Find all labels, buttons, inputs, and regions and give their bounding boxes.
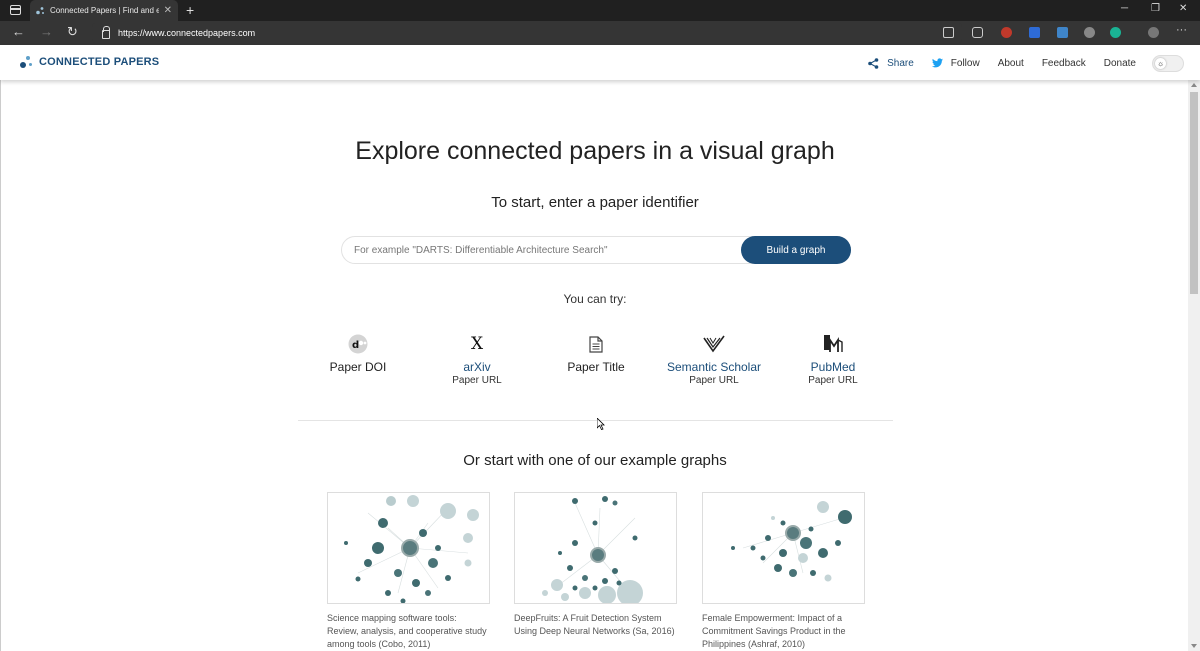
browser-tabstrip: Connected Papers | Find and exp ✕ + ─ ❐ …: [0, 0, 1200, 21]
paper-search-input[interactable]: [354, 237, 734, 263]
close-tab-icon[interactable]: ✕: [164, 5, 172, 16]
donate-link[interactable]: Donate: [1104, 58, 1136, 69]
arxiv-icon: X: [470, 334, 484, 354]
option-pubmed: PubMed Paper URL: [773, 334, 893, 386]
follow-link[interactable]: Follow: [931, 58, 980, 69]
doi-icon: d: [298, 334, 418, 354]
page-subtitle: To start, enter a paper identifier: [491, 194, 699, 211]
pubmed-icon: [773, 334, 893, 354]
option-subtitle: Paper URL: [689, 375, 739, 386]
site-logo[interactable]: CONNECTED PAPERS: [20, 55, 159, 69]
grammarly-icon[interactable]: [1110, 27, 1121, 38]
identifier-options: d Paper DOI X arXiv Paper URL Paper Titl…: [1, 334, 1189, 394]
more-menu-icon[interactable]: ···: [1176, 24, 1187, 36]
page-scrollbar[interactable]: [1188, 80, 1200, 651]
example-caption: Female Empowerment: Impact of a Commitme…: [702, 613, 846, 649]
new-tab-icon[interactable]: +: [186, 2, 194, 18]
graph-preview-image: [731, 501, 852, 582]
scroll-up-icon[interactable]: [1191, 83, 1197, 87]
option-title: Paper Title: [567, 360, 625, 374]
sun-icon: ☼: [1155, 58, 1166, 69]
example-graph-card[interactable]: DeepFruits: A Fruit Detection System Usi…: [514, 492, 677, 638]
reload-icon[interactable]: ↻: [67, 24, 78, 40]
option-subtitle: Paper URL: [452, 375, 502, 386]
about-link[interactable]: About: [998, 58, 1024, 69]
tab-actions-icon[interactable]: [10, 5, 21, 15]
try-label: You can try:: [563, 292, 627, 306]
option-semantic-scholar: Semantic Scholar Paper URL: [654, 334, 774, 386]
option-paper-title: Paper Title: [536, 334, 656, 374]
forward-icon[interactable]: →: [40, 24, 53, 39]
feedback-link[interactable]: Feedback: [1042, 58, 1086, 69]
document-icon: [536, 334, 656, 354]
scroll-down-icon[interactable]: [1191, 644, 1197, 648]
graph-thumbnail[interactable]: [514, 492, 677, 604]
minimize-icon[interactable]: ─: [1121, 3, 1128, 14]
graph-thumbnail[interactable]: [327, 492, 490, 604]
connected-papers-favicon-icon: [36, 6, 45, 15]
browser-toolbar: ← → ↻ https://www.connectedpapers.com ··…: [0, 21, 1200, 45]
address-bar[interactable]: https://www.connectedpapers.com: [92, 23, 962, 43]
privacy-extension-icon[interactable]: [1057, 27, 1068, 38]
option-title[interactable]: arXiv: [417, 360, 537, 374]
example-graph-card[interactable]: Science mapping software tools: Review, …: [327, 492, 490, 651]
svg-text:d: d: [352, 340, 359, 351]
theme-toggle[interactable]: ☼: [1152, 55, 1184, 72]
restore-icon[interactable]: ❐: [1151, 3, 1160, 14]
graph-preview-image: [344, 495, 479, 603]
site-header: CONNECTED PAPERS Share Follow About Feed…: [0, 45, 1200, 80]
back-icon[interactable]: ←: [12, 24, 25, 39]
logo-text: CONNECTED PAPERS: [39, 56, 160, 68]
option-title[interactable]: PubMed: [773, 360, 893, 374]
option-paper-doi: d Paper DOI: [298, 334, 418, 374]
close-window-icon[interactable]: ✕: [1179, 3, 1187, 14]
option-title: Paper DOI: [329, 360, 387, 374]
favorite-star-icon[interactable]: [943, 27, 954, 38]
option-arxiv: X arXiv Paper URL: [417, 334, 537, 386]
example-graph-card[interactable]: Female Empowerment: Impact of a Commitme…: [702, 492, 865, 651]
share-link[interactable]: Share: [868, 58, 914, 69]
lock-icon: [102, 26, 110, 39]
main-content: Explore connected papers in a visual gra…: [0, 80, 1188, 651]
url-text: https://www.connectedpapers.com: [118, 28, 256, 38]
browser-tab-title: Connected Papers | Find and exp: [50, 6, 159, 15]
twitter-icon: [931, 58, 943, 69]
share-icon: [868, 58, 879, 69]
section-divider: [298, 420, 893, 421]
scroll-thumb[interactable]: [1190, 92, 1198, 294]
pocket-icon[interactable]: [972, 27, 983, 38]
example-caption: DeepFruits: A Fruit Detection System Usi…: [514, 613, 675, 636]
option-title[interactable]: Semantic Scholar: [654, 360, 774, 374]
ublock-icon[interactable]: [1001, 27, 1012, 38]
top-nav: Share Follow About Feedback Donate ☼: [850, 55, 1184, 72]
graph-preview-image: [542, 496, 643, 603]
share-label: Share: [887, 58, 914, 69]
search-bar: Build a graph: [341, 236, 851, 264]
semantic-scholar-icon: [654, 334, 774, 354]
examples-title: Or start with one of our example graphs: [463, 452, 727, 469]
bitwarden-icon[interactable]: [1029, 27, 1040, 38]
profile-avatar-icon[interactable]: [1148, 27, 1159, 38]
follow-label: Follow: [950, 58, 980, 69]
connected-papers-logo-icon: [20, 55, 33, 69]
option-subtitle: Paper URL: [808, 375, 858, 386]
graph-thumbnail[interactable]: [702, 492, 865, 604]
build-graph-button[interactable]: Build a graph: [741, 236, 851, 264]
page-title: Explore connected papers in a visual gra…: [355, 137, 835, 165]
browser-tab[interactable]: Connected Papers | Find and exp ✕: [30, 0, 178, 21]
extension-icon[interactable]: [1084, 27, 1095, 38]
example-caption: Science mapping software tools: Review, …: [327, 613, 487, 649]
